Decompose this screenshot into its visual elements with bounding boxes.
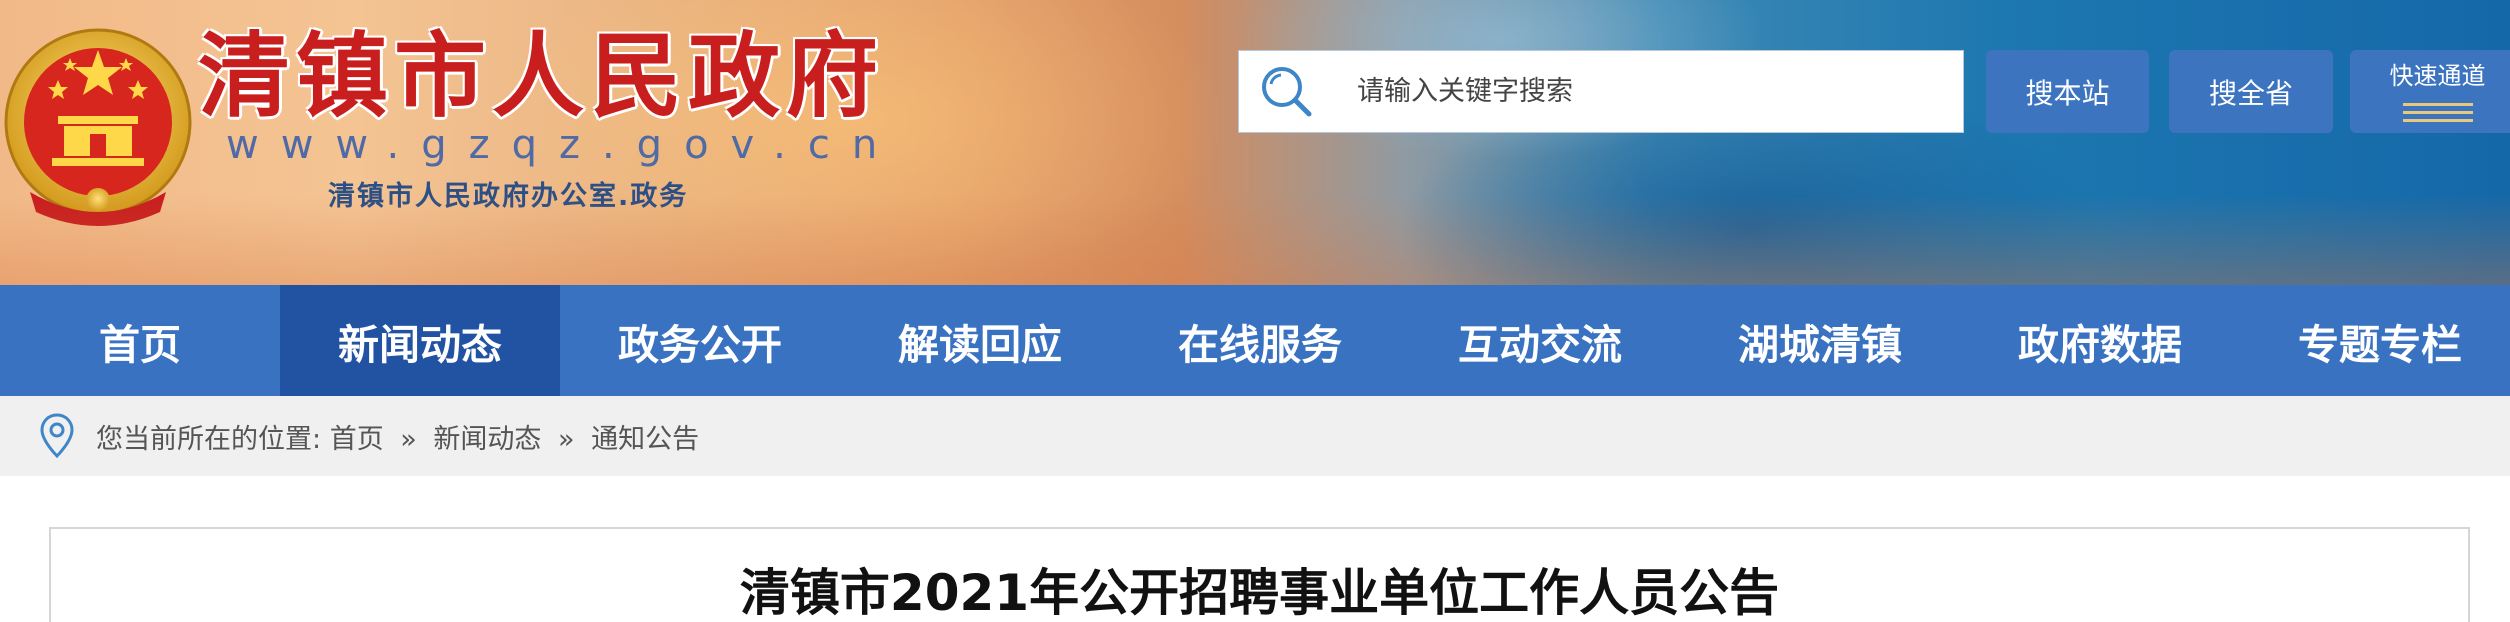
search-icon[interactable] (1257, 62, 1317, 122)
breadcrumb-prefix: 您当前所在的位置: (96, 423, 322, 455)
nav-item-news[interactable]: 新闻动态 (280, 285, 560, 396)
nav-item-lake-city[interactable]: 湖城清镇 (1680, 285, 1960, 396)
nav-item-interpretation[interactable]: 解读回应 (840, 285, 1120, 396)
breadcrumb-separator: » (558, 423, 575, 455)
quick-access-button[interactable]: 快速通道 (2350, 50, 2510, 133)
nav-item-government-data[interactable]: 政府数据 (1960, 285, 2240, 396)
breadcrumb-news-link[interactable]: 新闻动态 (433, 424, 541, 455)
site-url: www.gzqz.gov.cn (226, 122, 900, 168)
main-nav: 首页 新闻动态 政务公开 解读回应 在线服务 互动交流 湖城清镇 政府数据 专题… (0, 285, 2510, 396)
search-input[interactable] (1357, 51, 1963, 132)
national-emblem-icon (4, 28, 192, 226)
breadcrumb-home-link[interactable]: 首页 (330, 424, 384, 455)
nav-item-home[interactable]: 首页 (0, 285, 280, 396)
site-title: 清镇市人民政府 (198, 22, 885, 130)
location-pin-icon (40, 413, 74, 459)
article-title: 清镇市2021年公开招聘事业单位工作人员公告 (739, 564, 1780, 622)
breadcrumb-notice-link[interactable]: 通知公告 (591, 424, 699, 455)
quick-access-label: 快速通道 (2389, 62, 2486, 90)
header-banner: 清镇市人民政府 www.gzqz.gov.cn 清镇市人民政府办公室.政务 搜本… (0, 0, 2510, 285)
search-box (1238, 50, 1964, 133)
article-panel: 清镇市2021年公开招聘事业单位工作人员公告 (49, 527, 2470, 622)
breadcrumb-separator: » (400, 423, 417, 455)
nav-item-interaction[interactable]: 互动交流 (1400, 285, 1680, 396)
menu-lines-icon (2402, 103, 2473, 127)
nav-item-online-services[interactable]: 在线服务 (1120, 285, 1400, 396)
search-province-button[interactable]: 搜全省 (2169, 50, 2333, 133)
nav-item-special-topics[interactable]: 专题专栏 (2240, 285, 2510, 396)
site-subtitle: 清镇市人民政府办公室.政务 (328, 181, 689, 212)
search-site-button[interactable]: 搜本站 (1986, 50, 2149, 133)
breadcrumb: 您当前所在的位置: 首页 » 新闻动态 » 通知公告 (0, 396, 2510, 476)
nav-item-government-affairs[interactable]: 政务公开 (560, 285, 840, 396)
